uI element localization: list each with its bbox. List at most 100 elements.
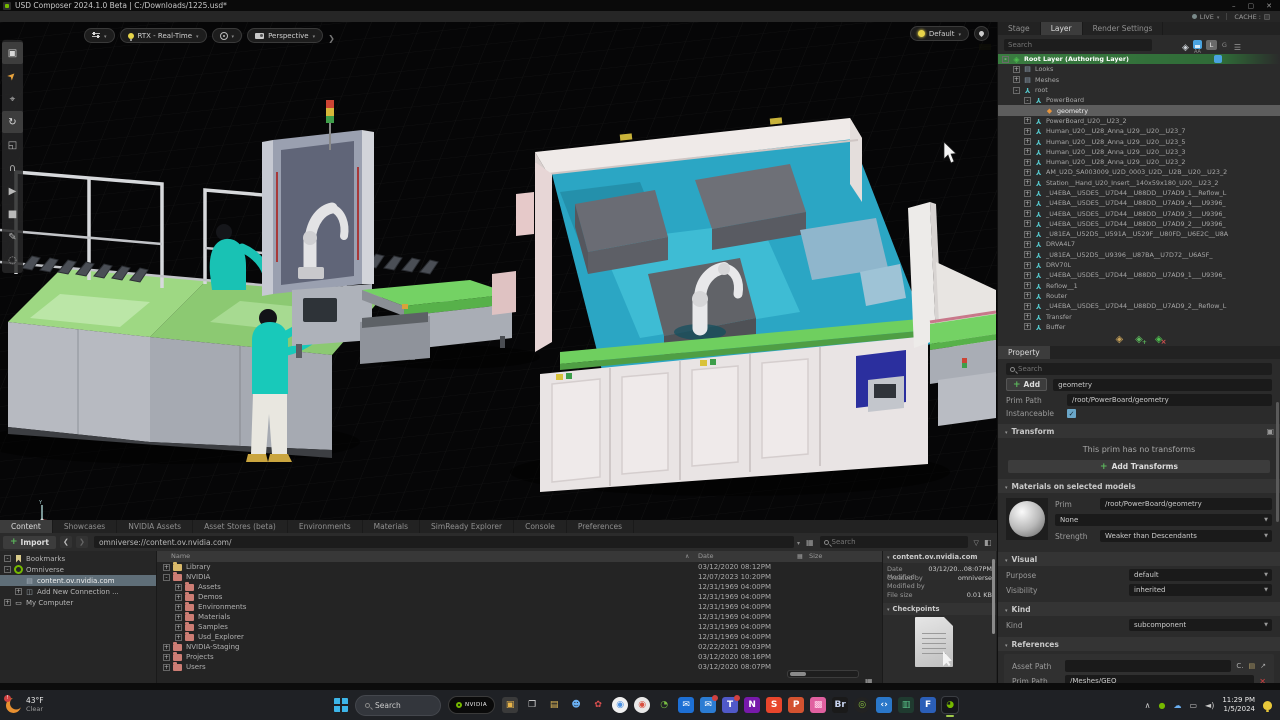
- property-tab[interactable]: Property: [998, 346, 1050, 359]
- play-tool[interactable]: ▶: [2, 180, 23, 202]
- layer-tree-row[interactable]: + AM_U2D_SA003009_U2D_0003_U2D__U2B__U20…: [998, 167, 1280, 177]
- expand-toggle-icon[interactable]: -: [163, 574, 170, 581]
- layer-tree-row[interactable]: + _U4EBA__U5DE5__U7D44__U88DD__U7AD9_2__…: [998, 219, 1280, 229]
- snagit-icon[interactable]: S: [766, 697, 782, 713]
- nvidia-button[interactable]: NVIDIA: [448, 696, 495, 714]
- live-label[interactable]: LIVE: [1200, 13, 1214, 21]
- expand-toggle-icon[interactable]: +: [163, 654, 170, 661]
- select-tool[interactable]: ➤: [2, 65, 23, 87]
- Users[interactable]: + Users 03/12/2020 08:07PM: [157, 662, 882, 672]
- expand-toggle-icon[interactable]: +: [1024, 220, 1031, 227]
- volume-icon[interactable]: ◄): [1205, 701, 1214, 710]
- panel-tab[interactable]: Layer: [1041, 22, 1083, 35]
- expand-toggle-icon[interactable]: +: [1024, 323, 1031, 330]
- onenote-icon[interactable]: N: [744, 697, 760, 713]
- Projects[interactable]: + Projects 03/12/2020 08:16PM: [157, 652, 882, 662]
- save-icon[interactable]: [1193, 40, 1202, 49]
- taskbar-search[interactable]: Search: [355, 695, 441, 716]
- expand-toggle-icon[interactable]: +: [1013, 66, 1020, 73]
- close-button[interactable]: [1266, 2, 1272, 10]
- scrollbar[interactable]: [1276, 402, 1279, 522]
- Materials[interactable]: + Materials 12/31/1969 04:00PM: [157, 612, 882, 622]
- expand-toggle-icon[interactable]: +: [1024, 210, 1031, 217]
- snap-tool[interactable]: ∩: [2, 157, 23, 179]
- bridge-icon[interactable]: Br: [832, 697, 848, 713]
- add-property-button[interactable]: Add: [1006, 378, 1047, 391]
- view-mode-icon[interactable]: [806, 538, 814, 547]
- cache-icon[interactable]: [1264, 14, 1270, 20]
- tray-expand-icon[interactable]: ∧: [1145, 701, 1151, 710]
- add-transforms-button[interactable]: Add Transforms: [1008, 460, 1270, 473]
- chrome-icon-2[interactable]: ◉: [634, 697, 650, 713]
- expand-toggle-icon[interactable]: +: [1024, 128, 1031, 135]
- panel-tab[interactable]: Preferences: [567, 520, 634, 533]
- media-app-icon[interactable]: ▣: [502, 697, 518, 713]
- expand-toggle-icon[interactable]: +: [1024, 148, 1031, 155]
- sidebar-item[interactable]: + My Computer: [0, 597, 156, 608]
- checkpoint-icon[interactable]: C.: [1236, 662, 1243, 670]
- remove-layer-icon[interactable]: [1155, 334, 1163, 345]
- stop-tool[interactable]: ■: [2, 203, 23, 225]
- layer-tree-row[interactable]: + DRVA4L7: [998, 239, 1280, 249]
- usd-composer-taskbar-icon[interactable]: ◕: [942, 697, 958, 713]
- outlook-icon-2[interactable]: ✉: [700, 697, 716, 713]
- asset-path-field[interactable]: [1065, 660, 1231, 672]
- layer-tree-row[interactable]: geometry: [998, 105, 1280, 115]
- expand-toggle-icon[interactable]: +: [15, 588, 22, 595]
- local-toggle[interactable]: L: [1206, 40, 1217, 50]
- powerpoint-icon[interactable]: P: [788, 697, 804, 713]
- NVIDIA-Staging[interactable]: + NVIDIA-Staging 02/22/2021 09:03PM: [157, 642, 882, 652]
- layer-tree-row[interactable]: + PowerBoard_U20__U23_2: [998, 116, 1280, 126]
- Usd_Explorer[interactable]: + Usd_Explorer 12/31/1969 04:00PM: [157, 632, 882, 642]
- layer-tree-row[interactable]: + _U81EA__U52D5__U591A__U529F__U80FD__U6…: [998, 229, 1280, 239]
- expand-toggle-icon[interactable]: +: [175, 624, 182, 631]
- expand-toggle-icon[interactable]: +: [1024, 262, 1031, 269]
- filter-icon[interactable]: [974, 538, 979, 547]
- open-icon[interactable]: [1260, 662, 1266, 670]
- panel-tab[interactable]: SimReady Explorer: [420, 520, 514, 533]
- Assets[interactable]: + Assets 12/31/1969 04:00PM: [157, 582, 882, 592]
- cache-label[interactable]: CACHE :: [1234, 13, 1261, 21]
- panel-toggle-icon[interactable]: [984, 538, 992, 547]
- expand-toggle-icon[interactable]: +: [1024, 241, 1031, 248]
- layer-tree-row[interactable]: + Reflow__1: [998, 281, 1280, 291]
- layer-tree-row[interactable]: + _U4EBA__U5DE5__U7D44__U88DD__U7AD9_3__…: [998, 208, 1280, 218]
- layer-tree-row[interactable]: + Human_U20__U28_Anna_U29__U20__U23_5: [998, 136, 1280, 146]
- expand-toggle-icon[interactable]: +: [4, 599, 11, 606]
- layer-tree-row[interactable]: + Looks: [998, 64, 1280, 74]
- file-explorer-icon[interactable]: ▤: [546, 697, 562, 713]
- visibility-button[interactable]: [212, 28, 243, 43]
- expand-toggle-icon[interactable]: +: [1024, 313, 1031, 320]
- plant-app-icon[interactable]: ▥: [898, 697, 914, 713]
- markup-tool[interactable]: ✎: [2, 226, 23, 248]
- expand-toggle-icon[interactable]: +: [163, 644, 170, 651]
- start-button[interactable]: [334, 698, 348, 712]
- scrollbar[interactable]: [992, 559, 995, 634]
- expand-toggle-icon[interactable]: +: [1024, 138, 1031, 145]
- column-date[interactable]: Date: [698, 552, 714, 560]
- slider-thumb[interactable]: [790, 672, 806, 676]
- expand-toggle-icon[interactable]: +: [1024, 200, 1031, 207]
- materials-section-header[interactable]: Materials on selected models: [998, 479, 1280, 493]
- expand-toggle-icon[interactable]: +: [175, 634, 182, 641]
- layer-tree-row[interactable]: + _U4EBA__U5DE5__U7D44__U88DD__U7AD9_2__…: [998, 301, 1280, 311]
- material-dropdown[interactable]: None: [1055, 514, 1272, 526]
- expand-toggle-icon[interactable]: +: [1024, 179, 1031, 186]
- layer-tree-row[interactable]: + _U4EBA__U5DE5__U7D44__U88DD__U7AD9_1__…: [998, 270, 1280, 280]
- Library[interactable]: + Library 03/12/2020 08:12PM: [157, 562, 882, 572]
- photos-app-icon[interactable]: ▩: [810, 697, 826, 713]
- checkpoints-header[interactable]: Checkpoints: [883, 603, 996, 615]
- pinwheel-app-icon[interactable]: ✿: [590, 697, 606, 713]
- expand-toggle-icon[interactable]: -: [4, 566, 11, 573]
- sort-ascending-icon[interactable]: [685, 552, 689, 560]
- layer-tree-row[interactable]: + Human_U20__U28_Anna_U29__U20__U23_2: [998, 157, 1280, 167]
- layer-tree-row[interactable]: - Root Layer (Authoring Layer): [998, 54, 1280, 64]
- panel-tab[interactable]: Environments: [288, 520, 363, 533]
- NVIDIA[interactable]: - NVIDIA 12/07/2023 10:20PM: [157, 572, 882, 582]
- viewport[interactable]: RTX - Real-Time Perspective Default: [0, 22, 997, 520]
- expand-toggle-icon[interactable]: -: [1024, 97, 1031, 104]
- browse-folder-icon[interactable]: [1249, 662, 1256, 670]
- viewport-options-button[interactable]: [84, 28, 115, 43]
- viewport-settings-tool[interactable]: ▣: [2, 42, 23, 64]
- lighting-selector[interactable]: Default: [910, 26, 969, 41]
